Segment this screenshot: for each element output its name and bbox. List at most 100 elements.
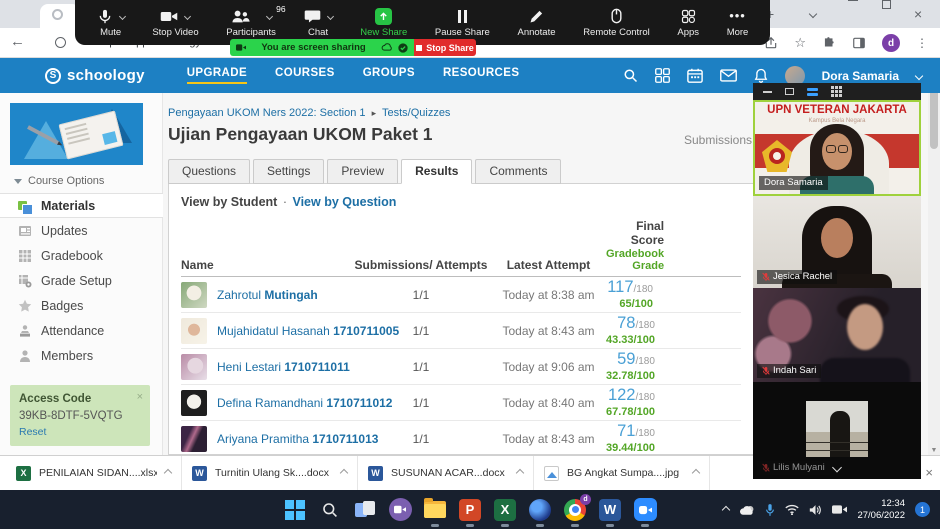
browser-profile-avatar[interactable]: d	[882, 34, 900, 52]
file-explorer-button[interactable]	[423, 498, 447, 522]
user-name[interactable]: Dora Samaria	[822, 69, 899, 83]
sidebar-item-updates[interactable]: Updates	[0, 218, 163, 243]
tray-camera-icon[interactable]	[832, 504, 847, 515]
powerpoint-button[interactable]: P	[458, 498, 482, 522]
video-tile-jesica[interactable]: Jesica Rachel	[753, 196, 921, 288]
globe-app-button[interactable]	[528, 498, 552, 522]
search-icon[interactable]	[623, 68, 638, 83]
window-minimize-button[interactable]	[848, 0, 858, 28]
stop-share-button[interactable]: Stop Share	[414, 39, 476, 56]
student-name-link[interactable]: Heni Lestari 1710711011	[217, 360, 350, 374]
video-tile-lilis[interactable]: Lilis Mulyani	[753, 382, 921, 479]
sidebar-item-attendance[interactable]: Attendance	[0, 318, 163, 343]
download-item-xlsx[interactable]: X PENILAIAN SIDAN....xlsx	[6, 456, 182, 490]
panel-restore-icon[interactable]	[785, 88, 794, 95]
task-view-button[interactable]	[353, 498, 377, 522]
stop-video-button[interactable]: Stop Video	[146, 0, 204, 45]
user-menu-chevron-icon[interactable]	[915, 71, 923, 79]
excel-button[interactable]: X	[493, 498, 517, 522]
more-button[interactable]: ••• More	[721, 0, 755, 45]
video-tile-indah[interactable]: Indah Sari	[753, 288, 921, 382]
nav-courses[interactable]: COURSES	[275, 67, 335, 84]
cloud-icon[interactable]	[381, 43, 393, 52]
bookmark-star-icon[interactable]: ☆	[794, 35, 806, 51]
gallery-view-icon[interactable]	[831, 86, 842, 97]
tab-questions[interactable]: Questions	[168, 159, 250, 184]
weather-cloud-icon[interactable]	[739, 504, 755, 516]
student-avatar	[181, 354, 207, 380]
calendar-icon[interactable]	[687, 68, 703, 83]
annotate-button[interactable]: Annotate	[511, 0, 561, 45]
window-maximize-button[interactable]	[882, 0, 891, 9]
speaker-icon[interactable]	[809, 504, 822, 516]
word-button[interactable]: W	[598, 498, 622, 522]
mute-options-chevron-icon[interactable]	[119, 12, 126, 19]
sidebar-item-grade-setup[interactable]: Grade Setup	[0, 268, 163, 293]
download-options-chevron-icon[interactable]	[164, 469, 172, 477]
breadcrumb-tests-link[interactable]: Tests/Quizzes	[382, 107, 450, 119]
speaker-view-icon[interactable]	[807, 88, 818, 96]
student-name-link[interactable]: Zahrotul Mutingah	[217, 288, 318, 302]
panel-minimize-icon[interactable]	[763, 91, 772, 93]
app-grid-icon[interactable]	[655, 68, 670, 83]
view-by-student[interactable]: View by Student	[181, 195, 277, 209]
start-button[interactable]	[283, 498, 307, 522]
sharing-camera-icon	[236, 43, 246, 52]
back-button[interactable]: ←	[10, 33, 25, 50]
download-item-docx[interactable]: W SUSUNAN ACAR...docx	[358, 456, 534, 490]
reload-icon[interactable]	[55, 37, 66, 48]
submissions-label[interactable]: Submissions	[684, 133, 752, 147]
sidebar-item-gradebook[interactable]: Gradebook	[0, 243, 163, 268]
sidebar-item-badges[interactable]: Badges	[0, 293, 163, 318]
nav-groups[interactable]: GROUPS	[363, 67, 415, 84]
schoology-logo[interactable]: S schoology	[45, 67, 145, 84]
course-options-dropdown[interactable]: Course Options	[14, 175, 104, 187]
mute-button[interactable]: Mute	[91, 0, 131, 45]
downloads-bar-close-icon[interactable]: ×	[925, 465, 933, 480]
page-scrollbar[interactable]: ▲ ▼	[928, 58, 940, 455]
collapse-videos-chevron-icon[interactable]	[834, 458, 841, 476]
side-panel-icon[interactable]	[852, 36, 866, 50]
notification-count-badge[interactable]: 1	[915, 502, 930, 517]
browser-menu-icon[interactable]: ⋮	[916, 36, 928, 50]
sidebar-item-members[interactable]: Members	[0, 343, 163, 368]
system-clock[interactable]: 12:34 27/06/2022	[857, 498, 905, 522]
breadcrumb-course-link[interactable]: Pengayaan UKOM Ners 2022: Section 1	[168, 107, 366, 119]
tray-expand-chevron-icon[interactable]	[722, 505, 730, 513]
nav-resources[interactable]: RESOURCES	[443, 67, 519, 84]
view-by-question-link[interactable]: View by Question	[292, 195, 396, 209]
access-code-reset-link[interactable]: Reset	[19, 426, 141, 438]
download-item-jpg[interactable]: BG Angkat Sumpa....jpg	[534, 456, 710, 490]
tab-comments[interactable]: Comments	[475, 159, 561, 184]
chat-options-chevron-icon[interactable]	[327, 12, 334, 19]
download-options-chevron-icon[interactable]	[692, 469, 700, 477]
download-options-chevron-icon[interactable]	[340, 469, 348, 477]
messages-icon[interactable]	[720, 69, 737, 82]
remote-control-button[interactable]: Remote Control	[577, 0, 656, 45]
tab-settings[interactable]: Settings	[253, 159, 324, 184]
wifi-icon[interactable]	[785, 504, 799, 515]
muted-mic-icon	[762, 463, 770, 473]
tab-results[interactable]: Results	[401, 159, 472, 184]
download-item-docx[interactable]: W Turnitin Ulang Sk....docx	[182, 456, 358, 490]
tray-microphone-icon[interactable]	[765, 503, 775, 517]
security-check-icon[interactable]	[398, 43, 408, 53]
sidebar-item-materials[interactable]: Materials	[0, 193, 163, 218]
tab-preview[interactable]: Preview	[327, 159, 398, 184]
window-close-button[interactable]: ×	[914, 0, 922, 28]
scroll-down-icon[interactable]: ▼	[928, 447, 940, 454]
tab-search-icon[interactable]	[810, 0, 816, 28]
meet-app-button[interactable]	[388, 498, 412, 522]
participants-options-chevron-icon[interactable]	[266, 12, 273, 19]
download-options-chevron-icon[interactable]	[516, 469, 524, 477]
video-options-chevron-icon[interactable]	[184, 12, 191, 19]
nav-upgrade[interactable]: UPGRADE	[187, 67, 247, 84]
chrome-button[interactable]: d	[563, 498, 587, 522]
extensions-icon[interactable]	[822, 36, 836, 50]
video-tile-dora[interactable]: UPN VETERAN JAKARTA Kampus Bela Negara D…	[753, 100, 921, 196]
apps-button[interactable]: Apps	[671, 0, 705, 45]
access-code-close-icon[interactable]: ×	[137, 391, 143, 403]
zoom-app-button[interactable]	[633, 498, 657, 522]
taskbar-search-button[interactable]	[318, 498, 342, 522]
notifications-bell-icon[interactable]	[754, 68, 768, 83]
